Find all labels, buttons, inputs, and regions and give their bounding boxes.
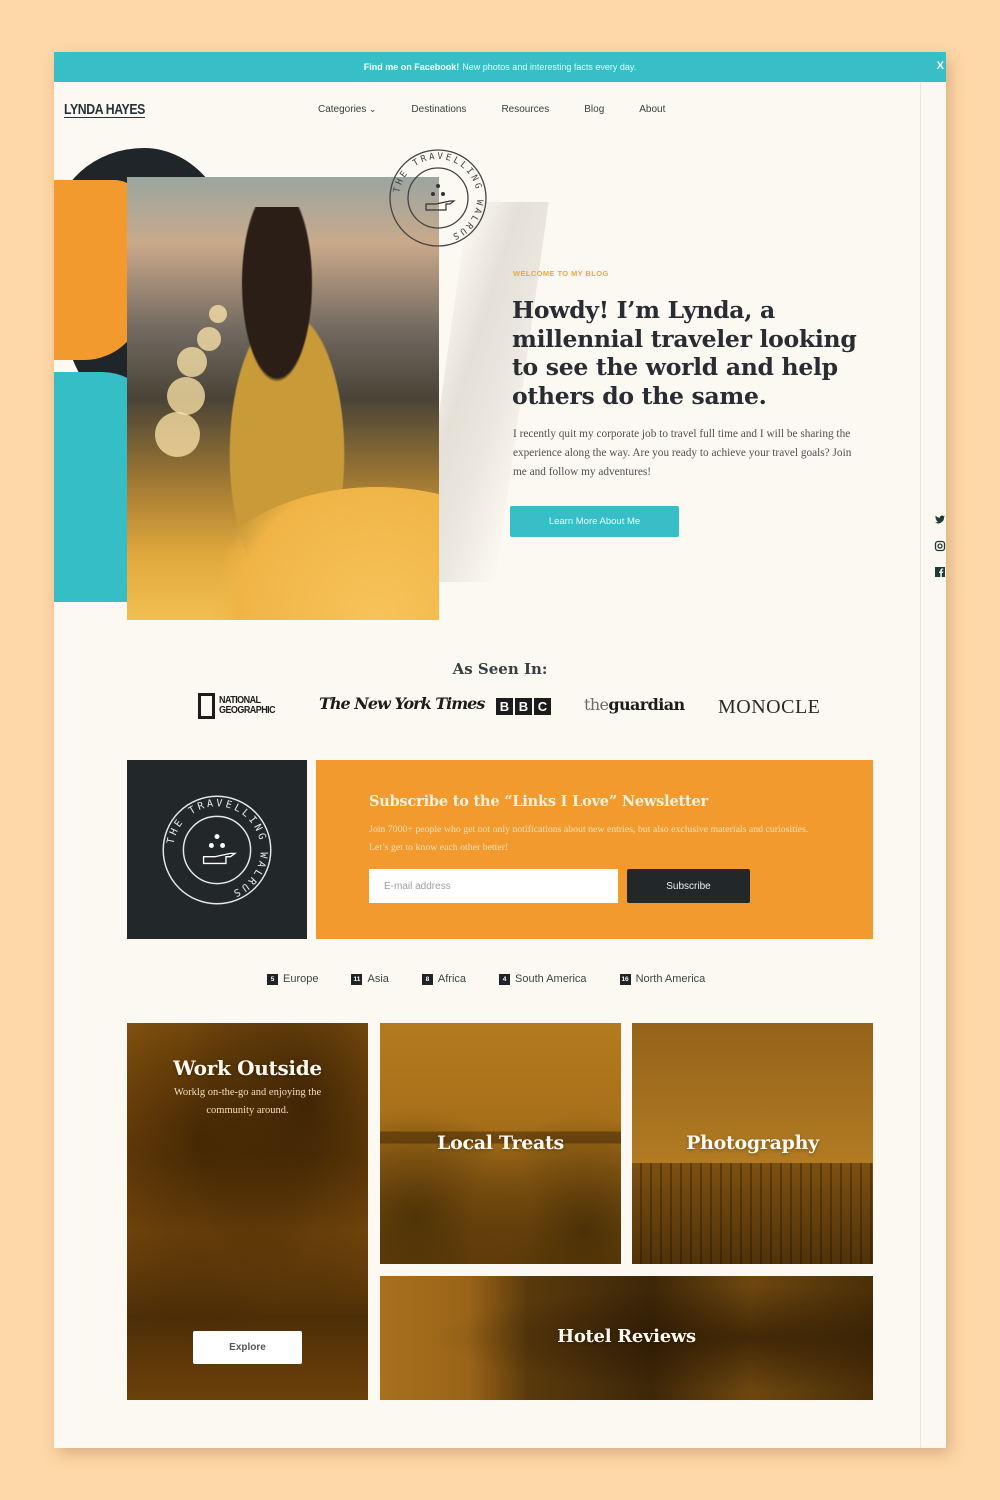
region-count: 5 xyxy=(267,973,278,985)
tile-photography[interactable]: Photography xyxy=(632,1023,873,1264)
announcement-link[interactable]: Find me on Facebook! xyxy=(364,62,460,72)
tile-local-treats[interactable]: Local Treats xyxy=(380,1023,621,1264)
hero-intro: I recently quit my corporate job to trav… xyxy=(513,428,852,478)
twitter-icon[interactable] xyxy=(934,514,946,526)
nav-categories[interactable]: Categories xyxy=(318,104,376,115)
facebook-icon[interactable] xyxy=(934,566,946,578)
region-count: 11 xyxy=(351,973,363,985)
nav-about[interactable]: About xyxy=(639,104,665,115)
monocle-logo: MONOCLE xyxy=(718,696,821,718)
travelling-walrus-badge-icon: THE TRAVELLING WALRUS xyxy=(162,795,272,904)
region-south-america[interactable]: 4 South America xyxy=(499,973,587,985)
learn-more-button[interactable]: Learn More About Me xyxy=(510,506,679,537)
bbc-logo: BBC xyxy=(496,698,551,715)
travelling-walrus-stamp-icon: THE TRAVELLING WALRUS xyxy=(389,149,487,247)
tile-title: Hotel Reviews xyxy=(557,1326,696,1347)
tile-hotel-reviews[interactable]: Hotel Reviews xyxy=(380,1276,873,1400)
region-filter: 5 Europe 11 Asia 8 Africa 4 South America 16… xyxy=(267,973,738,985)
newsletter-panel: Subscribe to the “Links I Love” Newslett… xyxy=(316,760,873,939)
region-count: 16 xyxy=(619,973,631,985)
guardian-logo: theguardian xyxy=(584,695,685,714)
tile-subtitle: Worklg on-the-go and enjoying the commun… xyxy=(173,1087,322,1116)
site-logo[interactable]: LYNDA HAYES xyxy=(64,101,145,118)
announcement-bar: Find me on Facebook! New photos and inte… xyxy=(54,52,946,82)
as-seen-in-title: As Seen In: xyxy=(452,660,548,678)
explore-button[interactable]: Explore xyxy=(193,1331,302,1364)
hero-eyebrow: WELCOME TO MY BLOG xyxy=(513,269,609,278)
national-geographic-logo: NATIONAL GEOGRAPHIC xyxy=(198,693,281,719)
email-field[interactable] xyxy=(369,869,618,903)
nav-destinations[interactable]: Destinations xyxy=(411,104,466,115)
newsletter-badge-panel: THE TRAVELLING WALRUS xyxy=(127,760,307,939)
nav-resources[interactable]: Resources xyxy=(501,104,549,115)
tile-title: Photography xyxy=(686,1132,819,1154)
close-icon[interactable]: X xyxy=(937,60,944,72)
region-asia[interactable]: 11 Asia xyxy=(351,973,389,985)
natgeo-frame-icon xyxy=(198,693,215,719)
region-count: 4 xyxy=(499,973,511,985)
region-europe[interactable]: 5 Europe xyxy=(267,973,318,985)
newsletter-title: Subscribe to the “Links I Love” Newslett… xyxy=(369,793,708,810)
press-logos: NATIONAL GEOGRAPHIC The New York Times BB… xyxy=(198,692,838,722)
instagram-icon[interactable] xyxy=(934,540,946,552)
main-nav: Categories Destinations Resources Blog A… xyxy=(318,104,700,115)
tile-work-outside[interactable]: Work Outside Worklg on-the-go and enjoyi… xyxy=(127,1023,368,1400)
webpage: Find me on Facebook! New photos and inte… xyxy=(54,52,946,1448)
nav-blog[interactable]: Blog xyxy=(584,104,604,115)
announcement-text: New photos and interesting facts every d… xyxy=(462,62,637,72)
subscribe-button[interactable]: Subscribe xyxy=(627,869,750,903)
region-africa[interactable]: 8 Africa xyxy=(421,973,466,985)
tile-title: Work Outside xyxy=(173,1056,322,1080)
newsletter-description: Join 7000+ people who get not only notif… xyxy=(369,824,809,853)
region-north-america[interactable]: 16 North America xyxy=(619,973,705,985)
new-york-times-logo: The New York Times xyxy=(319,694,485,713)
tile-title: Local Treats xyxy=(437,1132,564,1154)
region-count: 8 xyxy=(421,973,433,985)
scrollbar[interactable] xyxy=(920,82,946,1448)
hero-headline: Howdy! I’m Lynda, a millennial traveler … xyxy=(512,296,857,410)
